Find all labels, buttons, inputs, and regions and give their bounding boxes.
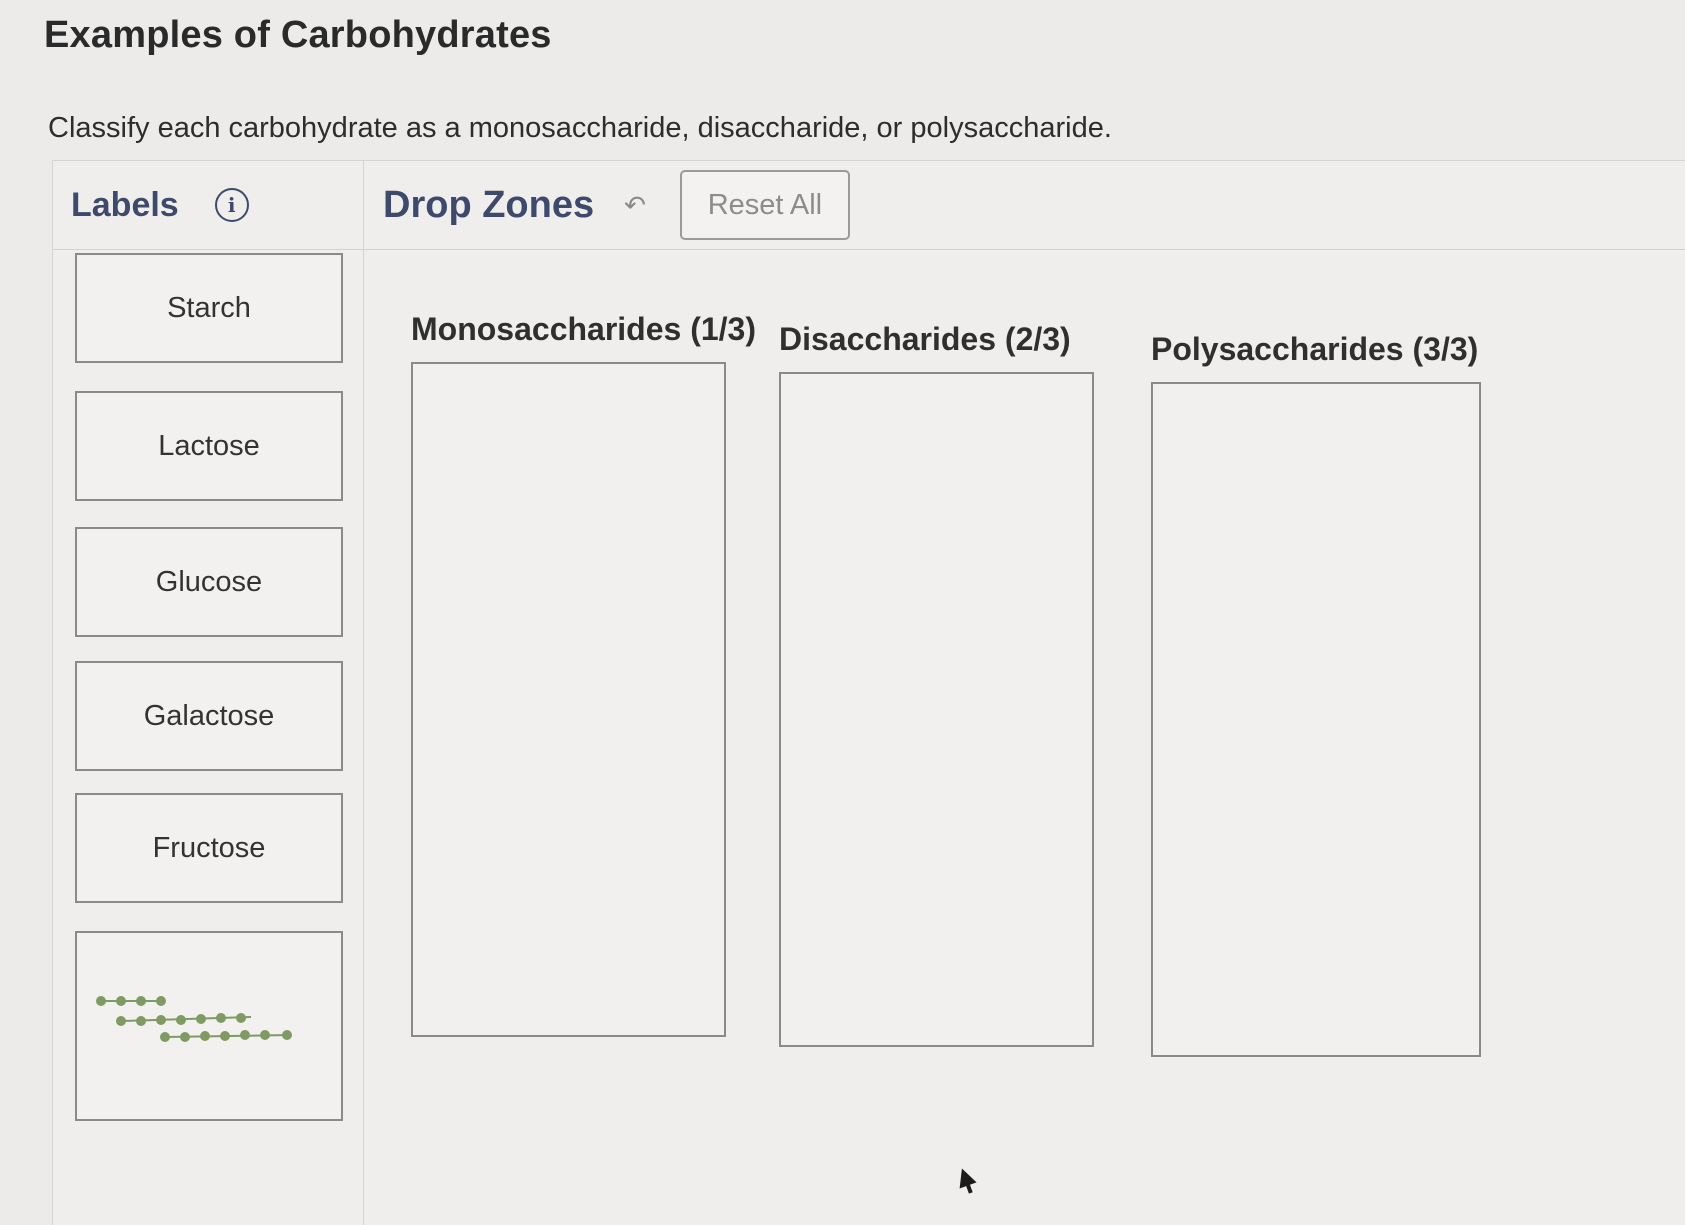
zone-title: Polysaccharides (3/3) xyxy=(1151,331,1479,367)
label-text: Fructose xyxy=(152,831,266,864)
reset-all-button[interactable]: Reset All xyxy=(679,170,850,240)
glucose-chain-icon xyxy=(96,996,292,1042)
drop-target[interactable] xyxy=(1151,382,1481,1057)
label-tile-glucose-chain[interactable] xyxy=(75,931,343,1121)
drop-target[interactable] xyxy=(411,362,726,1037)
label-tile-fructose[interactable]: Fructose xyxy=(75,793,343,903)
drop-target[interactable] xyxy=(779,372,1094,1047)
label-tile-glucose[interactable]: Glucose xyxy=(75,527,343,637)
labels-header: Labels i xyxy=(71,161,361,249)
label-tile-galactose[interactable]: Galactose xyxy=(75,661,343,771)
label-tile-lactose[interactable]: Lactose xyxy=(75,391,343,501)
drop-zone-polysaccharides: Polysaccharides (3/3) xyxy=(1151,331,1481,1057)
undo-arrow-icon[interactable]: ↶ xyxy=(624,190,646,221)
info-icon[interactable]: i xyxy=(214,188,249,222)
instructions-text: Classify each carbohydrate as a monosacc… xyxy=(48,112,1112,144)
classification-activity: Labels i Starch Lactose Glucose Galactos… xyxy=(52,160,1685,1225)
drop-zone-monosaccharides: Monosaccharides (1/3) xyxy=(411,311,756,1037)
label-text: Galactose xyxy=(143,699,275,732)
labels-heading: Labels xyxy=(71,185,179,224)
drop-zone-disaccharides: Disaccharides (2/3) xyxy=(779,321,1094,1047)
label-text: Starch xyxy=(167,291,251,324)
label-text: Lactose xyxy=(158,429,260,462)
drop-zones-header: Drop Zones ↶ Reset All xyxy=(383,161,1283,249)
label-text: Glucose xyxy=(155,565,263,598)
labels-column: Labels i Starch Lactose Glucose Galactos… xyxy=(53,161,364,1225)
label-tile-starch[interactable]: Starch xyxy=(75,253,343,363)
zone-title: Monosaccharides (1/3) xyxy=(411,311,756,347)
drop-zones-heading: Drop Zones xyxy=(383,183,595,226)
page-title: Examples of Carbohydrates xyxy=(44,14,552,56)
zone-title: Disaccharides (2/3) xyxy=(779,321,1071,357)
